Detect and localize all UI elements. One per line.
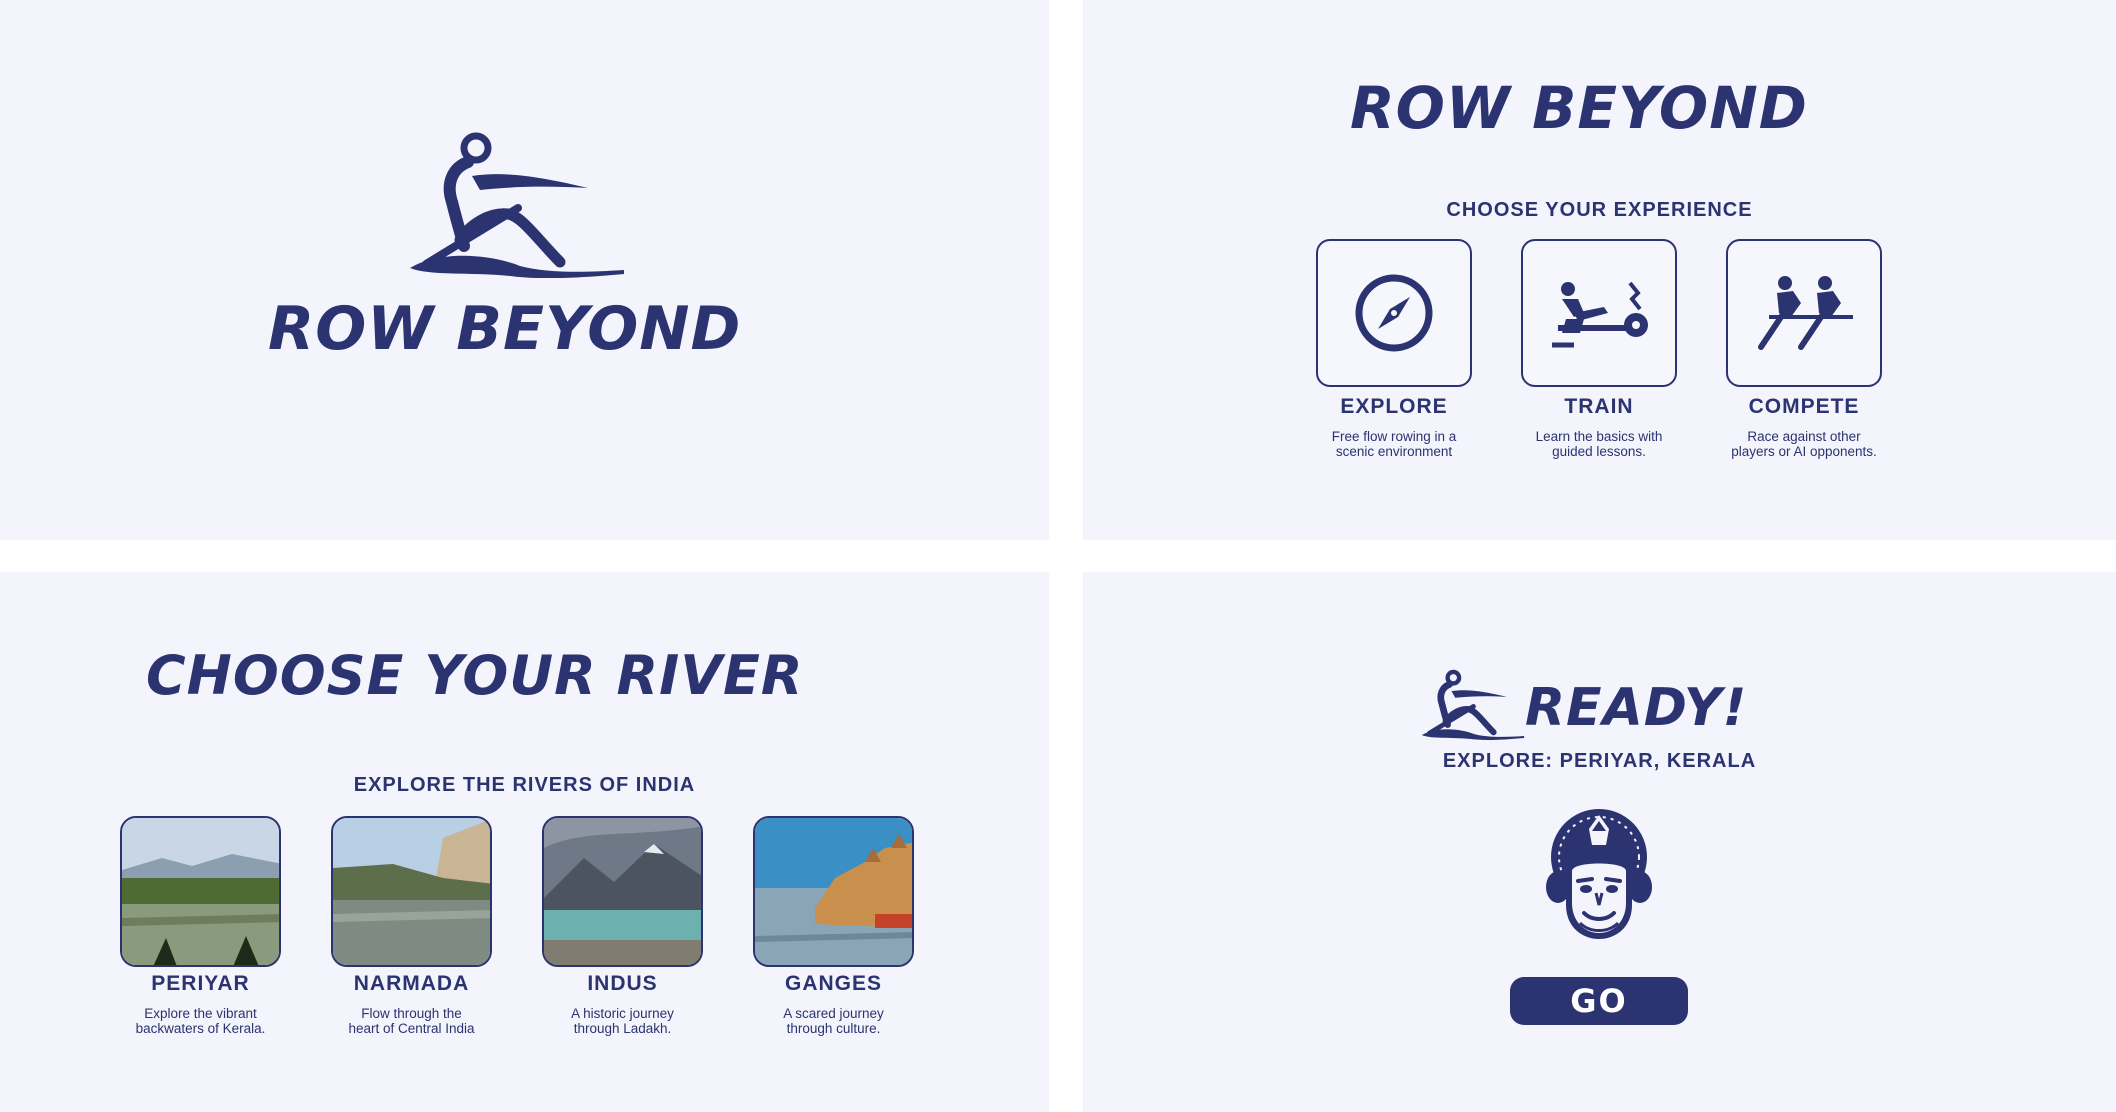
periyar-river-card[interactable] xyxy=(120,816,281,967)
narmada-river-card[interactable] xyxy=(331,816,492,967)
narmada-title: NARMADA xyxy=(353,972,470,995)
ready-title: READY! xyxy=(1525,678,1748,738)
explore-option-button[interactable] xyxy=(1316,239,1472,387)
compete-title: COMPETE xyxy=(1748,395,1860,418)
compete-option-button[interactable] xyxy=(1726,239,1882,387)
compete-desc: Race against other players or AI opponent… xyxy=(1731,429,1877,459)
river-page-title: CHOOSE YOUR RIVER xyxy=(146,644,804,707)
narmada-desc: Flow through the heart of Central India xyxy=(348,1006,475,1036)
river-screen: CHOOSE YOUR RIVER EXPLORE THE RIVERS OF … xyxy=(0,572,1049,1112)
periyar-title: PERIYAR xyxy=(151,972,250,995)
explore-desc: Free flow rowing in a scenic environment xyxy=(1331,429,1457,459)
ganges-desc: A scared journey through culture. xyxy=(783,1006,884,1036)
go-button[interactable]: GO xyxy=(1510,977,1688,1025)
indus-desc: A historic journey through Ladakh. xyxy=(571,1006,674,1036)
ready-screen: READY! EXPLORE: PERIYAR, KERALA GO xyxy=(1083,572,2116,1112)
train-option-button[interactable] xyxy=(1521,239,1677,387)
river-heading: EXPLORE THE RIVERS OF INDIA xyxy=(353,774,696,796)
explore-title: EXPLORE xyxy=(1340,395,1448,418)
ganges-river-card[interactable] xyxy=(753,816,914,967)
indus-title: INDUS xyxy=(587,972,658,995)
splash-screen: ROW BEYOND xyxy=(0,0,1049,540)
narmada-photo xyxy=(333,818,490,965)
kathakali-mask-icon xyxy=(1546,809,1652,939)
brand-title: ROW BEYOND xyxy=(268,294,742,364)
two-rowers-icon xyxy=(1758,276,1853,350)
train-desc: Learn the basics with guided lessons. xyxy=(1535,429,1663,459)
train-title: TRAIN xyxy=(1564,395,1634,418)
indus-photo xyxy=(544,818,701,965)
compass-icon xyxy=(1355,274,1433,352)
experience-heading: CHOOSE YOUR EXPERIENCE xyxy=(1446,199,1753,221)
ganges-title: GANGES xyxy=(784,972,882,995)
ganges-photo xyxy=(755,818,912,965)
experience-screen: ROW BEYOND CHOOSE YOUR EXPERIENCE EXPLOR… xyxy=(1083,0,2116,540)
periyar-photo xyxy=(122,818,279,965)
brand-title: ROW BEYOND xyxy=(1350,74,1808,142)
rower-logo-icon xyxy=(1421,669,1525,740)
ready-selection: EXPLORE: PERIYAR, KERALA xyxy=(1442,750,1757,772)
rowing-machine-icon xyxy=(1552,281,1648,348)
rower-logo-icon xyxy=(410,132,624,278)
periyar-desc: Explore the vibrant backwaters of Kerala. xyxy=(135,1006,266,1036)
indus-river-card[interactable] xyxy=(542,816,703,967)
